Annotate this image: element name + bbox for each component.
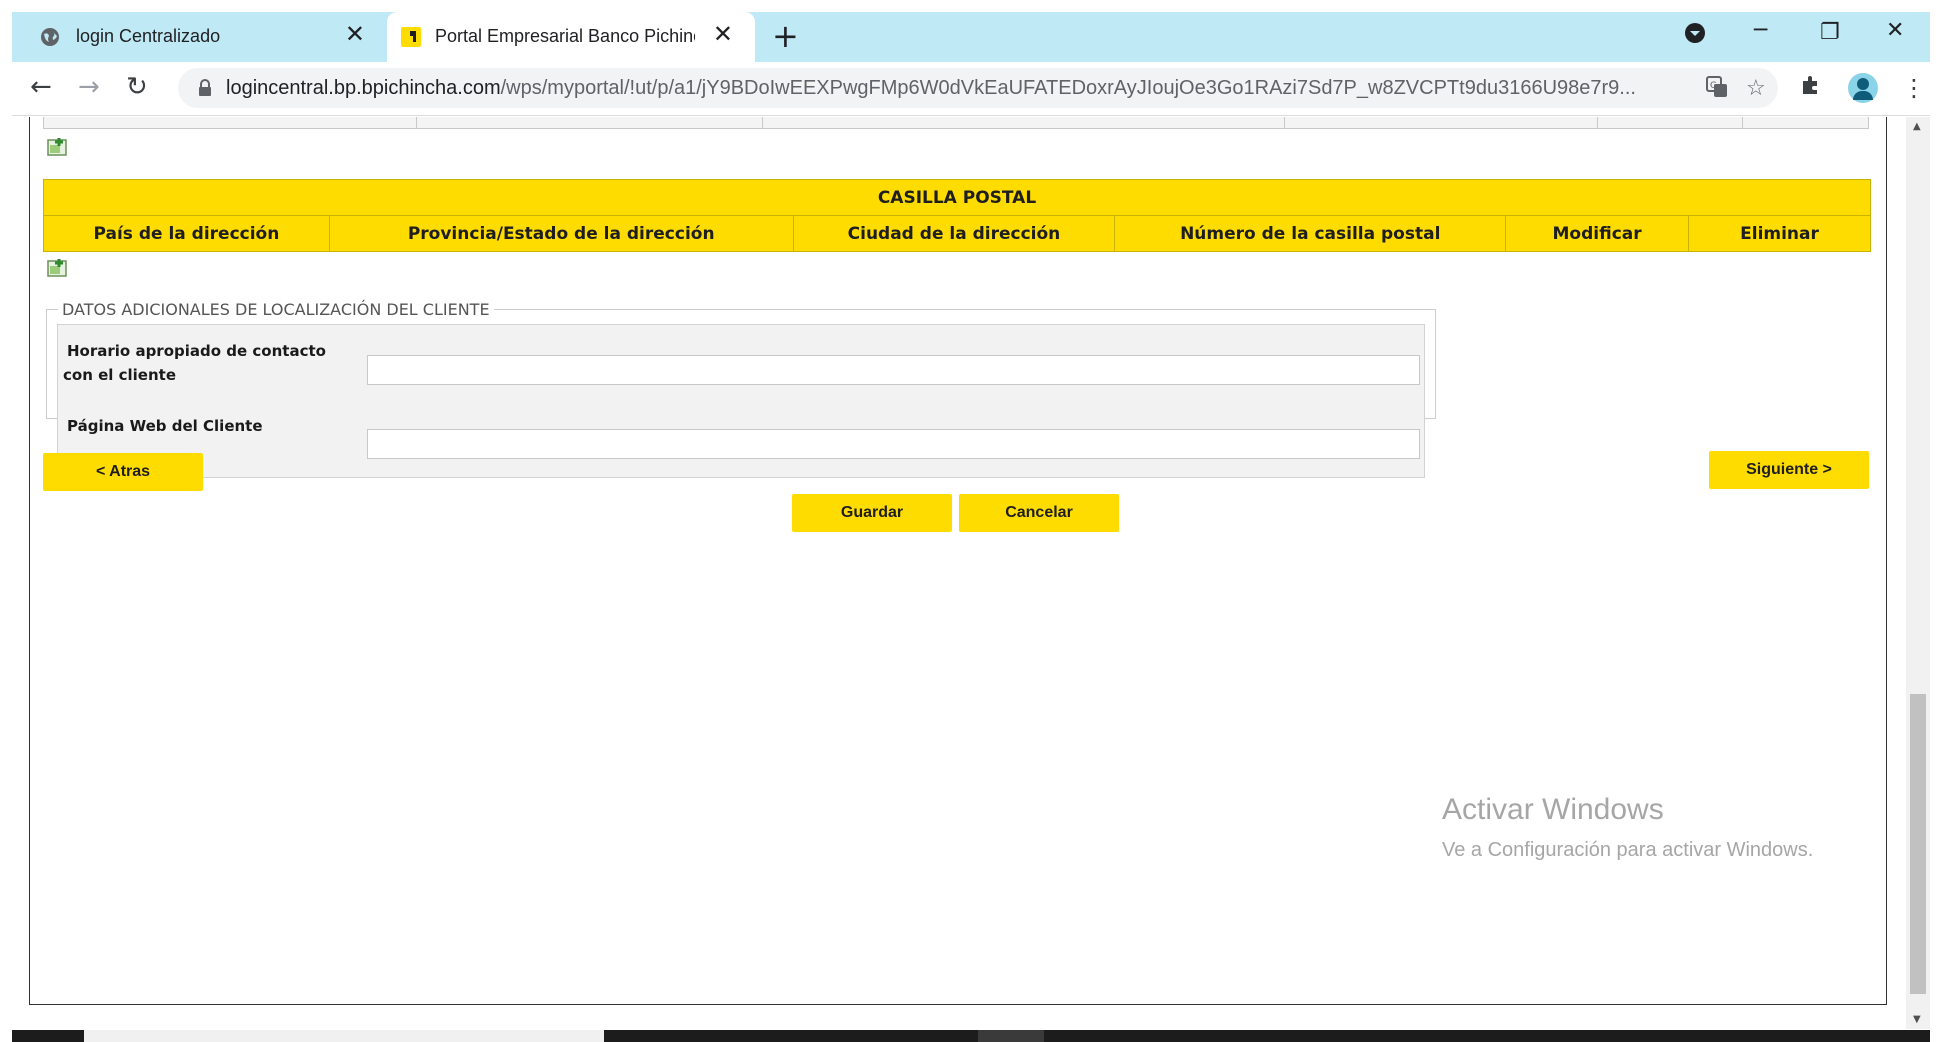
- bookmark-star-icon[interactable]: ☆: [1746, 76, 1766, 101]
- contact-time-label-line1: Horario apropiado de contacto: [67, 342, 326, 360]
- tab-title: login Centralizado: [76, 26, 221, 46]
- forward-arrow-icon[interactable]: →: [78, 72, 100, 102]
- next-button[interactable]: Siguiente >: [1709, 451, 1869, 489]
- lock-icon: [199, 79, 211, 96]
- browser-toolbar: ← → ↻ logincentral.bp.bpichincha.com/wps…: [12, 62, 1930, 116]
- translate-icon[interactable]: G: [1706, 76, 1728, 104]
- add-address-icon[interactable]: [47, 137, 69, 157]
- tab-search-icon[interactable]: [1684, 22, 1706, 50]
- postal-box-title: CASILLA POSTAL: [43, 179, 1871, 216]
- column-header-city: Ciudad de la dirección: [792, 215, 1116, 252]
- column-header-country: País de la dirección: [43, 215, 330, 252]
- previous-table-row: [43, 117, 1869, 129]
- close-window-icon[interactable]: ✕: [1886, 18, 1904, 43]
- cancel-button[interactable]: Cancelar: [959, 494, 1119, 532]
- windows-taskbar: [12, 1030, 1930, 1042]
- extensions-puzzle-icon[interactable]: [1800, 74, 1822, 102]
- new-tab-button[interactable]: +: [772, 20, 799, 52]
- browser-tab-portal[interactable]: Portal Empresarial Banco Pichincha ✕: [387, 12, 755, 62]
- website-input[interactable]: [367, 429, 1420, 459]
- save-button[interactable]: Guardar: [792, 494, 952, 532]
- restore-icon[interactable]: ❐: [1820, 20, 1840, 45]
- additional-data-legend: DATOS ADICIONALES DE LOCALIZACIÓN DEL CL…: [58, 300, 494, 319]
- column-header-province: Provincia/Estado de la dirección: [328, 215, 794, 252]
- table-cell-divider: [1597, 117, 1598, 128]
- more-menu-icon[interactable]: ⋮: [1902, 74, 1926, 102]
- table-cell-divider: [762, 117, 763, 128]
- minimize-icon[interactable]: ─: [1754, 18, 1767, 43]
- profile-avatar-icon[interactable]: [1848, 73, 1878, 103]
- scroll-down-arrow-icon[interactable]: ▼: [1913, 1014, 1921, 1025]
- close-tab-icon[interactable]: ✕: [345, 23, 365, 47]
- postal-box-table: CASILLA POSTAL País de la dirección Prov…: [43, 179, 1871, 252]
- website-label: Página Web del Cliente: [67, 417, 263, 435]
- column-header-modify: Modificar: [1505, 215, 1690, 252]
- taskbar-search-box[interactable]: [84, 1030, 604, 1042]
- close-tab-icon[interactable]: ✕: [713, 23, 733, 47]
- table-cell-divider: [1742, 117, 1743, 128]
- column-header-postal-box-number: Número de la casilla postal: [1114, 215, 1507, 252]
- table-cell-divider: [416, 117, 417, 128]
- globe-icon: [41, 28, 59, 46]
- svg-text:G: G: [1710, 81, 1717, 91]
- additional-data-form: Horario apropiado de contacto con el cli…: [57, 324, 1425, 478]
- url-path: /wps/myportal/!ut/p/a1/jY9BDoIwEEXPwgFMp…: [500, 77, 1636, 99]
- windows-activation-title: Activar Windows: [1442, 793, 1664, 826]
- back-arrow-icon[interactable]: ←: [30, 72, 52, 102]
- url-host: logincentral.bp.bpichincha.com: [226, 77, 501, 99]
- browser-tab-login[interactable]: login Centralizado ✕: [12, 12, 387, 62]
- page-viewport: CASILLA POSTAL País de la dirección Prov…: [12, 117, 1912, 1029]
- back-button[interactable]: < Atras: [43, 453, 203, 491]
- contact-time-label-line2: con el cliente: [63, 366, 177, 384]
- contact-time-input[interactable]: [367, 355, 1420, 385]
- scroll-up-arrow-icon[interactable]: ▲: [1913, 121, 1921, 132]
- taskbar-app-button[interactable]: [978, 1030, 1044, 1042]
- windows-activation-subtitle: Ve a Configuración para activar Windows.: [1442, 839, 1814, 861]
- column-header-delete: Eliminar: [1688, 215, 1871, 252]
- add-postal-box-icon[interactable]: [47, 258, 69, 278]
- vertical-scrollbar[interactable]: ▲ ▼: [1906, 117, 1930, 1029]
- browser-tab-strip: login Centralizado ✕ Portal Empresarial …: [12, 12, 1930, 62]
- url-text: logincentral.bp.bpichincha.com/wps/mypor…: [226, 77, 1686, 100]
- scrollbar-thumb[interactable]: [1910, 694, 1926, 994]
- reload-icon[interactable]: ↻: [126, 72, 148, 102]
- table-cell-divider: [1284, 117, 1285, 128]
- contact-time-label: Horario apropiado de contacto con el cli…: [63, 339, 326, 387]
- address-bar[interactable]: logincentral.bp.bpichincha.com/wps/mypor…: [178, 68, 1778, 108]
- bank-pichincha-icon: [401, 27, 421, 47]
- tab-title: Portal Empresarial Banco Pichincha: [435, 26, 695, 46]
